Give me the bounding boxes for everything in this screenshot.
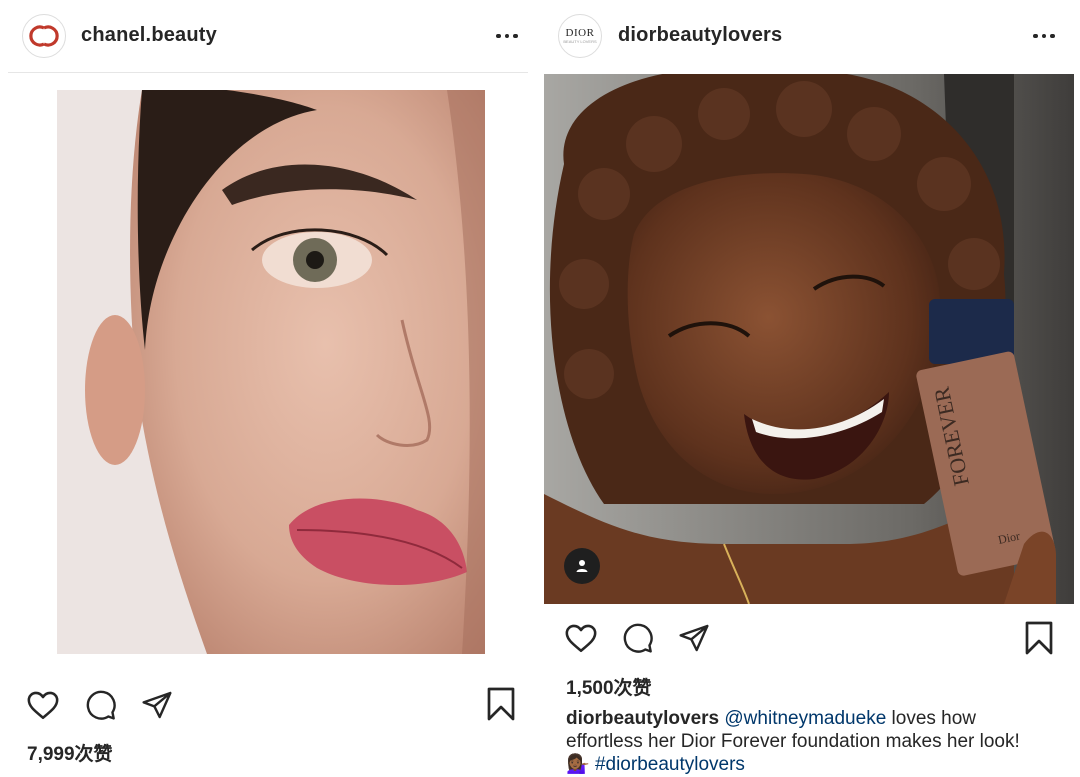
post-header: chanel.beauty	[8, 0, 528, 73]
bookmark-icon[interactable]	[486, 686, 516, 722]
post-header: DIOR BEAUTY LOVERS diorbeautylovers	[540, 0, 1080, 72]
avatar[interactable]	[22, 14, 66, 58]
user-tag-icon[interactable]	[564, 548, 600, 584]
more-icon[interactable]	[1033, 32, 1057, 40]
post-dior: DIOR BEAUTY LOVERS diorbeautylovers FORE…	[540, 0, 1080, 777]
heart-icon[interactable]	[564, 622, 598, 654]
dior-logo-text: DIOR	[565, 26, 595, 39]
heart-icon[interactable]	[26, 689, 60, 721]
bookmark-icon[interactable]	[1024, 620, 1054, 656]
username[interactable]: diorbeautylovers	[618, 24, 782, 47]
comment-icon[interactable]	[622, 622, 654, 654]
like-count[interactable]: 7,999次赞	[27, 739, 113, 766]
caption-mention[interactable]: @whitneymadueke	[724, 708, 886, 729]
caption-username[interactable]: diorbeautylovers	[566, 708, 719, 729]
avatar[interactable]: DIOR BEAUTY LOVERS	[558, 14, 602, 58]
like-count[interactable]: 1,500次赞	[566, 673, 652, 700]
post-caption: diorbeautylovers @whitneymadueke loves h…	[566, 707, 1036, 776]
post-photo[interactable]: FOREVER Dior	[544, 74, 1074, 604]
comment-icon[interactable]	[85, 689, 117, 721]
caption-emoji: 💁🏾‍♀️	[566, 754, 590, 775]
post-chanel: chanel.beauty 7,999次赞	[0, 0, 540, 777]
username[interactable]: chanel.beauty	[81, 24, 217, 47]
caption-hashtag[interactable]: #diorbeautylovers	[595, 754, 745, 775]
post-photo[interactable]	[57, 90, 485, 654]
chanel-logo-icon	[29, 25, 59, 47]
share-icon[interactable]	[677, 622, 711, 654]
more-icon[interactable]	[496, 32, 520, 40]
dior-logo-subtext: BEAUTY LOVERS	[563, 38, 597, 44]
share-icon[interactable]	[140, 689, 174, 721]
